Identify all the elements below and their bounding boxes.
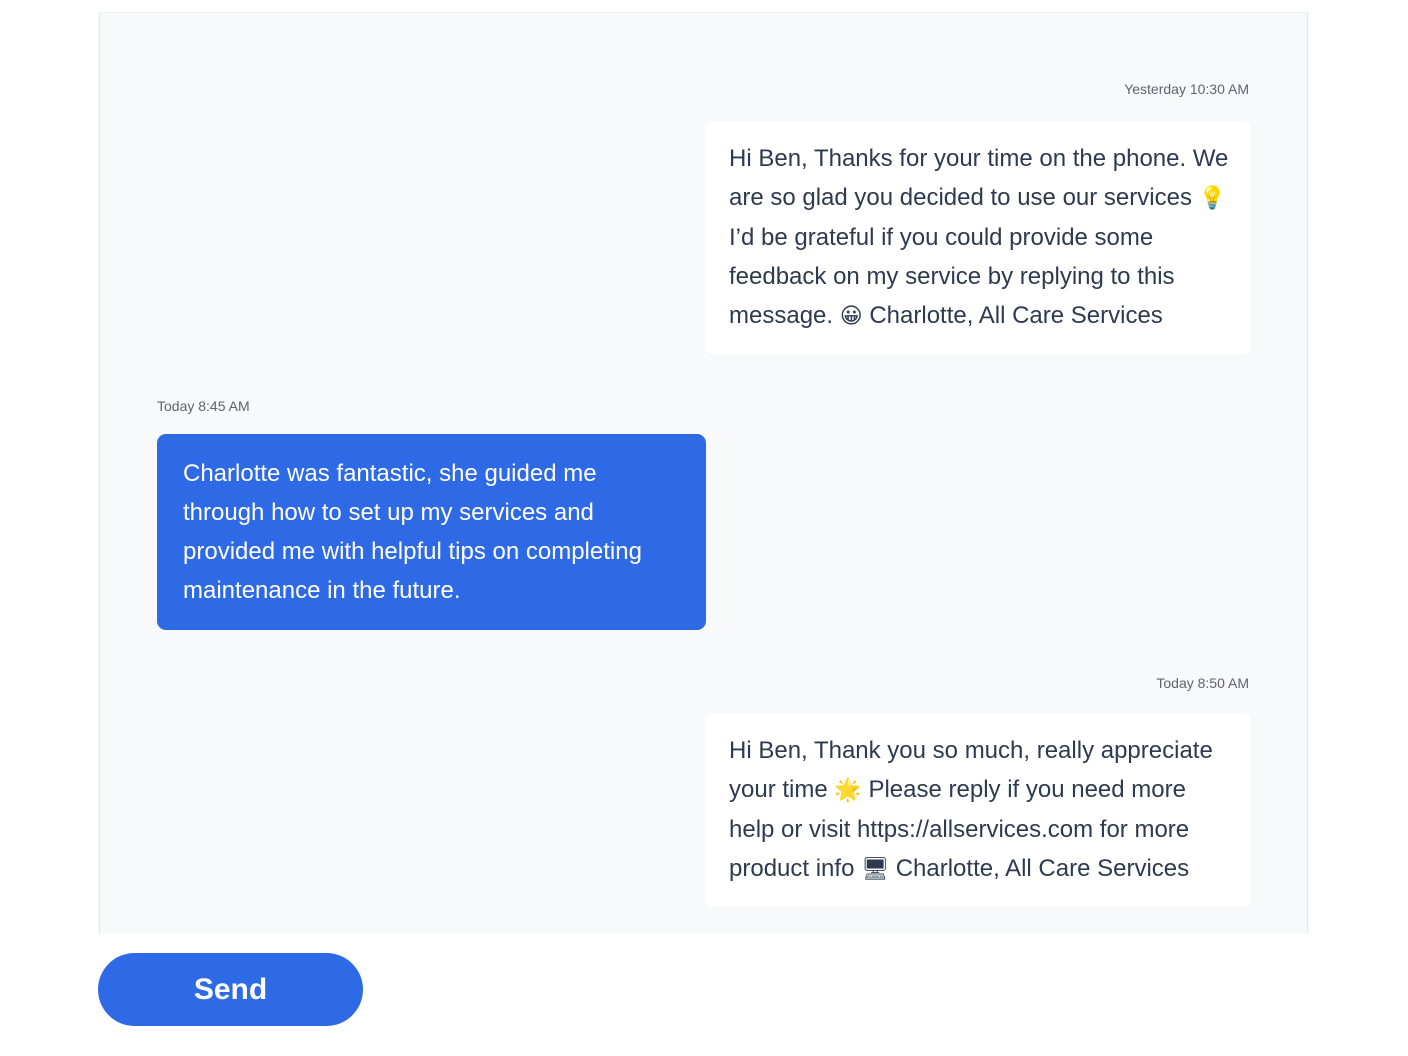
send-button[interactable]: Send — [98, 953, 363, 1026]
message-timestamp: Today 8:50 AM — [1156, 675, 1249, 691]
incoming-message-bubble[interactable]: Hi Ben, Thanks for your time on the phon… — [705, 121, 1251, 354]
message-text: Charlotte, All Care Services — [862, 302, 1163, 329]
incoming-message-bubble[interactable]: Hi Ben, Thank you so much, really apprec… — [705, 713, 1251, 907]
message-text: Hi Ben, Thanks for your time on the phon… — [729, 145, 1229, 211]
message-timestamp: Today 8:45 AM — [157, 398, 250, 414]
sparkle-star-icon: 🌟 — [834, 778, 862, 803]
lightbulb-icon: 💡 — [1198, 186, 1227, 211]
grinning-face-icon: 😀 — [839, 304, 863, 329]
chat-thread: Yesterday 10:30 AM Hi Ben, Thanks for yo… — [99, 12, 1308, 934]
outgoing-message-bubble[interactable]: Charlotte was fantastic, she guided me t… — [157, 434, 706, 630]
message-text: Charlotte was fantastic, she guided me t… — [183, 460, 642, 604]
message-text: Charlotte, All Care Services — [889, 855, 1190, 882]
message-timestamp: Yesterday 10:30 AM — [1124, 81, 1249, 97]
desktop-computer-icon: 🖥 — [861, 857, 890, 882]
